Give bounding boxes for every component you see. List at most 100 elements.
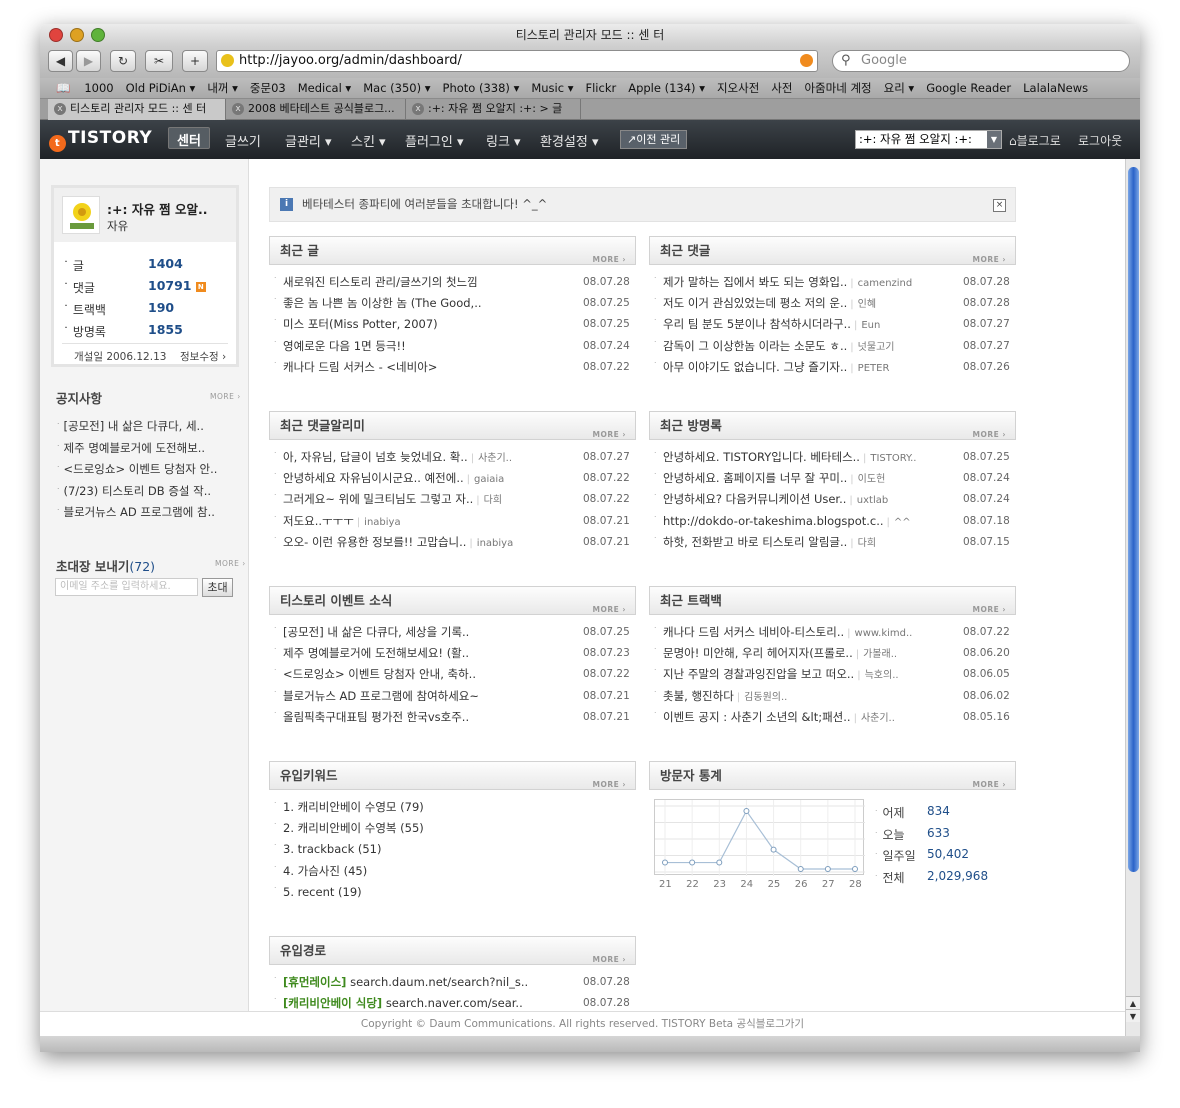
recent-posts-more-link[interactable]: MORE › (593, 246, 626, 273)
notice-item[interactable]: ˙ [공모전] 내 삶은 다큐다, 세.. (56, 418, 204, 434)
tistory-events-more-link[interactable]: MORE › (593, 596, 626, 623)
bookmark-item[interactable]: 지오사전 (717, 81, 759, 95)
bookmark-item[interactable]: Google Reader (926, 81, 1011, 95)
inflow-referrers-row[interactable]: ˙ [휴먼레이스] search.daum.net/search?nil_s.. 0… (273, 972, 633, 993)
scrollbar[interactable]: ▲ ▼ (1125, 159, 1140, 1036)
old-admin-button[interactable]: ↗이전 관리 (620, 130, 688, 149)
profile-name[interactable]: :+: 자유 쩜 오알.. (107, 199, 208, 218)
nav-link[interactable]: 링크 ▾ (486, 131, 521, 150)
visitor-stats-more-link[interactable]: MORE › (973, 771, 1006, 798)
bookmark-item[interactable]: 중문03 (250, 81, 286, 95)
search-field[interactable]: ⚲ Google (832, 50, 1130, 72)
address-field[interactable]: http://jayoo.org/admin/dashboard/ (216, 50, 818, 72)
close-tab-icon[interactable]: x (232, 103, 244, 115)
bookmark-item[interactable]: Music ▾ (531, 81, 573, 95)
comment-alarm-row[interactable]: ˙ 그러게요~ 위에 밀크티님도 그렇고 자.. | 다희 08.07.22 (273, 489, 633, 510)
stat-value-guestbook[interactable]: 1855 (148, 322, 183, 337)
recent-posts-row[interactable]: ˙ 새로워진 티스토리 관리/글쓰기의 첫느낌 08.07.28 (273, 272, 633, 293)
reload-button[interactable]: ↻ (110, 50, 136, 72)
tistory-events-row[interactable]: ˙ 블로거뉴스 AD 프로그램에 참여하세요~ 08.07.21 (273, 686, 633, 707)
guestbook-row[interactable]: ˙ 안녕하세요? 다음커뮤니케이션 User.. | uxtlab 08.07.24 (653, 489, 1013, 510)
close-tab-icon[interactable]: x (412, 103, 424, 115)
minimize-window-button[interactable] (70, 28, 84, 42)
bookmark-item[interactable]: Apple (134) ▾ (628, 81, 705, 95)
recent-trackbacks-row[interactable]: ˙ 이벤트 공지 : 사춘기 소년의 &lt;패션.. | 사춘기.. 08.05.16 (653, 707, 1013, 728)
comment-alarm-more-link[interactable]: MORE › (593, 421, 626, 448)
invite-button[interactable]: 초대 (202, 578, 233, 597)
recent-comments-more-link[interactable]: MORE › (973, 246, 1006, 273)
scroll-up-arrow-icon[interactable]: ▲ (1126, 996, 1140, 1009)
guestbook-more-link[interactable]: MORE › (973, 421, 1006, 448)
tab-admin[interactable]: x 티스토리 관리자 모드 :: 센 터 (48, 99, 226, 120)
recent-trackbacks-row[interactable]: ˙ 촛불, 행진하다 | 김동원의.. 08.06.02 (653, 686, 1013, 707)
nav-settings[interactable]: 환경설정 ▾ (540, 131, 599, 150)
nav-center[interactable]: 센터 (168, 127, 210, 149)
scroll-down-arrow-icon[interactable]: ▼ (1126, 1009, 1140, 1022)
bookmark-item[interactable]: 1000 (84, 81, 113, 95)
bookmark-item[interactable]: Flickr (586, 81, 617, 95)
scroll-thumb[interactable] (1128, 167, 1139, 872)
bookmark-item[interactable]: 사전 (771, 81, 792, 95)
recent-comments-row[interactable]: ˙ 우리 팀 분도 5분이나 참석하시더라구.. | Eun 08.07.27 (653, 314, 1013, 335)
recent-trackbacks-row[interactable]: ˙ 캐나다 드림 서커스 네비아-티스토리.. | www.kimd.. 08.07.2… (653, 622, 1013, 643)
comment-alarm-row[interactable]: ˙ 저도요..ㅜㅜㅜ | inabiya 08.07.21 (273, 511, 633, 532)
guestbook-row[interactable]: ˙ 안녕하세요. TISTORY입니다. 베타테스.. | TISTORY.. 08.0… (653, 447, 1013, 468)
comment-alarm-row[interactable]: ˙ 안녕하세요 자유님이시군요.. 예전에.. | gaiaia 08.07.22 (273, 468, 633, 489)
notice-item[interactable]: ˙ 블로거뉴스 AD 프로그램에 참.. (56, 504, 215, 520)
rss-icon[interactable] (800, 54, 813, 67)
bookmarks-book-icon[interactable]: 📖 (56, 81, 70, 95)
inflow-referrers-more-link[interactable]: MORE › (593, 946, 626, 973)
invite-email-input[interactable]: 이메일 주소를 입력하세요. (55, 578, 198, 596)
inflow-keywords-more-link[interactable]: MORE › (593, 771, 626, 798)
tistory-events-row[interactable]: ˙ 올림픽축구대표팀 평가전 한국vs호주.. 08.07.21 (273, 707, 633, 728)
bookmark-item[interactable]: 요리 ▾ (884, 81, 915, 95)
recent-trackbacks-row[interactable]: ˙ 지난 주말의 경찰과잉진압을 보고 떠오.. | 늑호의.. 08.06.05 (653, 664, 1013, 685)
tab-jayoo[interactable]: x:+: 자유 쩜 오알지 :+: > 글 (406, 99, 581, 120)
close-tab-icon[interactable]: x (54, 103, 66, 115)
recent-posts-row[interactable]: ˙ 좋은 놈 나쁜 놈 이상한 놈 (The Good,.. 08.07.25 (273, 293, 633, 314)
notice-text[interactable]: 베타테스터 종파티에 여러분들을 초대합니다! ^_^ (302, 197, 547, 211)
inflow-keywords-row[interactable]: ˙ 4. 가슴사진 (45) (273, 861, 633, 882)
bookmark-item[interactable]: 아줌마네 계정 (804, 81, 871, 95)
bookmark-item[interactable]: 내꺼 ▾ (207, 81, 238, 95)
nav-plugin[interactable]: 플러그인 ▾ (405, 131, 464, 150)
notice-more-link[interactable]: MORE › (210, 392, 241, 401)
bookmark-item[interactable]: Medical ▾ (298, 81, 352, 95)
forward-button[interactable]: ▶ (76, 50, 101, 72)
stat-value-posts[interactable]: 1404 (148, 256, 183, 271)
recent-comments-row[interactable]: ˙ 저도 이거 관심있었는데 평소 저의 운.. | 인혜 08.07.28 (653, 293, 1013, 314)
bookmark-item[interactable]: Mac (350) ▾ (363, 81, 430, 95)
notice-item[interactable]: ˙ (7/23) 티스토리 DB 증설 작.. (56, 483, 211, 499)
recent-comments-row[interactable]: ˙ 감독이 그 이상한놈 이라는 소문도 ㅎ.. | 넛물고기 08.07.27 (653, 336, 1013, 357)
tistory-events-row[interactable]: ˙ [공모전] 내 삶은 다큐다, 세상을 기록.. 08.07.25 (273, 622, 633, 643)
back-button[interactable]: ◀ (48, 50, 73, 72)
close-notice-icon[interactable]: × (993, 199, 1006, 212)
recent-trackbacks-more-link[interactable]: MORE › (973, 596, 1006, 623)
logout-link[interactable]: 로그아웃 (1078, 132, 1122, 149)
bookmark-item[interactable]: Photo (338) ▾ (443, 81, 520, 95)
tistory-logo[interactable]: t TISTORY (49, 128, 152, 152)
recent-comments-row[interactable]: ˙ 제가 말하는 집에서 봐도 되는 영화입.. | camenzind 08.07.2… (653, 272, 1013, 293)
comment-alarm-row[interactable]: ˙ 아, 자유님, 답글이 넘호 늦었네요. 확.. | 사춘기.. 08.07.27 (273, 447, 633, 468)
comment-alarm-row[interactable]: ˙ 오오- 이런 유용한 정보를!! 고맙습니.. | inabiya 08.07.21 (273, 532, 633, 553)
invite-more-link[interactable]: MORE › (215, 559, 246, 568)
blog-select[interactable]: :+: 자유 쩜 오알지 :+: ▼ (855, 130, 1002, 149)
snapback-button[interactable]: ✂ (145, 50, 173, 72)
stat-value-trackbacks[interactable]: 190 (148, 300, 174, 315)
recent-posts-row[interactable]: ˙ 미스 포터(Miss Potter, 2007) 08.07.25 (273, 314, 633, 335)
guestbook-row[interactable]: ˙ 안녕하세요. 홈페이지를 너무 잘 꾸미.. | 이도헌 08.07.24 (653, 468, 1013, 489)
edit-profile-link[interactable]: 정보수정 › (180, 349, 226, 364)
nav-posts[interactable]: 글관리 ▾ (285, 131, 332, 150)
tistory-events-row[interactable]: ˙ <드로잉쇼> 이벤트 당첨자 안내, 축하.. 08.07.22 (273, 664, 633, 685)
blog-link[interactable]: ⌂블로그로 (1009, 132, 1061, 149)
recent-trackbacks-row[interactable]: ˙ 문명아! 미안해, 우리 헤어지자(프롤로.. | 가볼래.. 08.06.20 (653, 643, 1013, 664)
bookmark-item[interactable]: Old PiDiAn ▾ (126, 81, 196, 95)
inflow-keywords-row[interactable]: ˙ 1. 캐리비안베이 수영모 (79) (273, 797, 633, 818)
bookmark-item[interactable]: LalalaNews (1023, 81, 1088, 95)
notice-item[interactable]: ˙ <드로잉쇼> 이벤트 당첨자 안.. (56, 461, 217, 477)
nav-write[interactable]: 글쓰기 (225, 131, 261, 150)
inflow-keywords-row[interactable]: ˙ 5. recent (19) (273, 882, 633, 903)
guestbook-row[interactable]: ˙ 하핫, 전화받고 바로 티스토리 알림글.. | 다희 08.07.15 (653, 532, 1013, 553)
close-window-button[interactable] (49, 28, 63, 42)
recent-comments-row[interactable]: ˙ 아무 이야기도 없습니다. 그냥 즐기자.. | PETER 08.07.26 (653, 357, 1013, 378)
